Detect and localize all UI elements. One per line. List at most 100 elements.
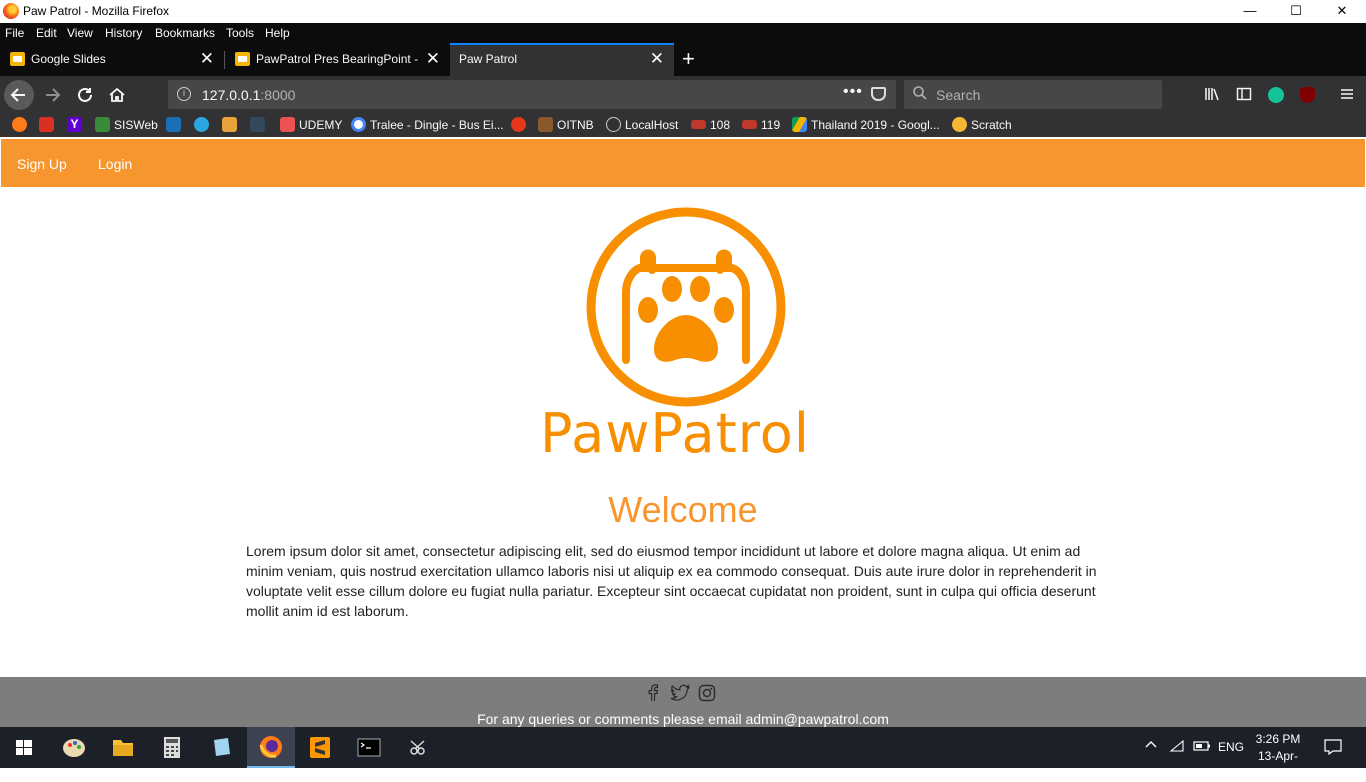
login-link[interactable]: Login — [98, 156, 132, 172]
bookmark-label: OITNB — [557, 117, 594, 132]
url-text[interactable]: 127.0.0.1:8000 — [202, 87, 295, 103]
sign-up-link[interactable]: Sign Up — [17, 156, 67, 172]
start-button[interactable] — [0, 727, 48, 768]
page-actions-button[interactable]: ••• — [843, 83, 863, 101]
close-tab-icon[interactable]: ✕ — [426, 49, 440, 69]
back-arrow-icon — [10, 88, 25, 102]
taskbar-calculator[interactable] — [148, 727, 196, 768]
bookmark-localhost[interactable]: LocalHost — [606, 117, 678, 134]
menu-edit[interactable]: Edit — [36, 26, 57, 40]
bookmark-sisweb[interactable]: SISWeb — [95, 117, 158, 134]
close-tab-icon[interactable]: ✕ — [650, 49, 664, 69]
tab-google-slides[interactable]: Google Slides ✕ — [0, 43, 224, 76]
reload-button[interactable] — [70, 80, 100, 110]
site-info-icon[interactable]: i — [177, 87, 191, 101]
taskbar-paint[interactable] — [50, 727, 98, 768]
file-explorer-icon — [113, 740, 133, 756]
show-hidden-icons[interactable] — [1144, 738, 1158, 755]
bookmark-label: LocalHost — [625, 117, 679, 132]
library-icon[interactable] — [1204, 86, 1220, 105]
tab-label: Google Slides — [31, 52, 106, 66]
facebook-icon[interactable] — [644, 684, 662, 702]
bookmark-label: SISWeb — [114, 117, 158, 132]
bookmark-udemy[interactable]: UDEMY — [280, 117, 342, 134]
maximize-button[interactable]: ☐ — [1273, 0, 1319, 23]
site-footer: For any queries or comments please email… — [0, 677, 1366, 727]
firefox-icon — [12, 117, 27, 133]
minimize-button[interactable]: — — [1227, 0, 1273, 23]
new-tab-button[interactable]: + — [682, 46, 695, 72]
bookmark-label: UDEMY — [299, 117, 343, 132]
clock-date: 13-Apr-19 — [1257, 749, 1298, 780]
taskbar-notepad[interactable] — [197, 727, 245, 768]
url-bar[interactable]: i 127.0.0.1:8000 ••• — [168, 80, 896, 109]
google-slides-icon — [235, 52, 250, 66]
forward-arrow-icon — [46, 88, 61, 102]
sisweb-icon — [95, 117, 110, 133]
open-menu-icon[interactable] — [1339, 86, 1355, 105]
web-page: Sign Up Login PawPatrol Welcome Lorem ip… — [0, 137, 1366, 727]
close-tab-icon[interactable]: ✕ — [200, 49, 214, 69]
bookmark-label: Scratch — [971, 117, 1012, 132]
google-drive-icon — [792, 117, 807, 133]
bookmark-moodle[interactable] — [222, 117, 241, 134]
command-prompt-icon — [357, 738, 381, 757]
welcome-heading: Welcome — [608, 489, 758, 530]
footer-contact-text: For any queries or comments please email… — [477, 711, 889, 727]
tab-paw-patrol[interactable]: Paw Patrol ✕ — [450, 43, 674, 76]
input-language[interactable]: ENG — [1218, 740, 1244, 754]
forward-button[interactable] — [38, 80, 68, 110]
close-window-button[interactable]: ✕ — [1319, 0, 1365, 23]
menu-view[interactable]: View — [67, 26, 93, 40]
bookmark-scratch[interactable]: Scratch — [952, 117, 1012, 134]
calculator-icon — [164, 737, 180, 758]
action-center-icon[interactable] — [1324, 739, 1342, 758]
pawpatrol-logo: PawPatrol — [530, 202, 830, 467]
bookmark-red-circle[interactable] — [511, 117, 530, 134]
yahoo-icon: Y — [67, 117, 82, 133]
taskbar-file-explorer[interactable] — [99, 727, 147, 768]
system-clock[interactable]: 3:26 PM 13-Apr-19 — [1252, 731, 1304, 782]
twitter-icon[interactable] — [670, 684, 690, 702]
tab-bar: Google Slides ✕ PawPatrol Pres BearingPo… — [0, 43, 1366, 76]
bookmark-label: Thailand 2019 - Googl... — [811, 117, 940, 132]
bookmark-tralee-dingle[interactable]: Tralee - Dingle - Bus Ei... — [351, 117, 504, 134]
firefox-icon — [3, 3, 19, 19]
sidebar-icon[interactable] — [1236, 86, 1252, 105]
menu-history[interactable]: History — [105, 26, 142, 40]
snipping-tool-icon — [410, 740, 425, 755]
bookmark-thailand-2019[interactable]: Thailand 2019 - Googl... — [792, 117, 940, 134]
bookmark-layers[interactable] — [166, 117, 185, 134]
taskbar-firefox[interactable] — [247, 727, 295, 768]
taskbar-sublime-text[interactable] — [296, 727, 344, 768]
bookmark-119[interactable]: 119 — [742, 117, 780, 134]
ublock-icon[interactable] — [1300, 87, 1315, 103]
home-button[interactable] — [102, 80, 132, 110]
menu-file[interactable]: File — [5, 26, 24, 40]
menu-tools[interactable]: Tools — [226, 26, 254, 40]
menu-help[interactable]: Help — [265, 26, 290, 40]
bookmark-yahoo[interactable]: Y — [67, 117, 86, 134]
bookmark-firefox[interactable] — [12, 117, 31, 134]
google-slides-icon — [10, 52, 25, 66]
menu-bookmarks[interactable]: Bookmarks — [155, 26, 215, 40]
bookmark-gmail[interactable] — [39, 117, 58, 134]
bookmark-blank[interactable] — [250, 117, 269, 134]
gm-icon — [691, 120, 706, 130]
pocket-icon[interactable] — [871, 87, 886, 101]
instagram-icon[interactable] — [698, 684, 716, 702]
bookmark-kubernetes[interactable] — [194, 117, 213, 134]
bookmark-oitnb[interactable]: OITNB — [538, 117, 594, 134]
taskbar-command-prompt[interactable] — [345, 727, 393, 768]
battery-icon[interactable] — [1193, 740, 1211, 755]
taskbar-snipping-tool[interactable] — [394, 727, 442, 768]
search-bar[interactable]: Search — [904, 80, 1162, 109]
back-button[interactable] — [4, 80, 34, 110]
oitnb-icon — [538, 117, 553, 133]
tab-pawpatrol-pres[interactable]: PawPatrol Pres BearingPoint - G ✕ — [225, 43, 450, 76]
grammarly-icon[interactable] — [1268, 87, 1284, 103]
wifi-icon[interactable] — [1169, 739, 1185, 756]
bookmark-108[interactable]: 108 — [691, 117, 730, 134]
search-icon — [912, 85, 928, 105]
search-placeholder: Search — [936, 87, 981, 103]
